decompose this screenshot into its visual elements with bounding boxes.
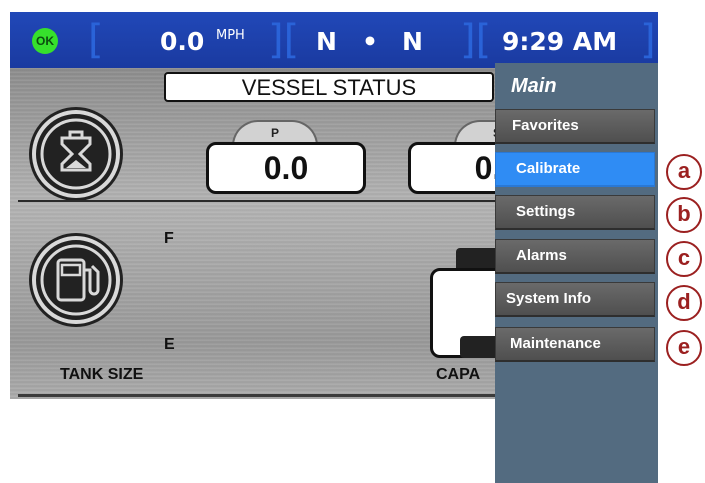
menu-item-label: System Info	[506, 290, 592, 307]
status-bar: OK [ 0.0 MPH ][ N • N ][ 9:29 AM ]	[10, 12, 658, 68]
menu-item-calibrate[interactable]: Calibrate	[495, 152, 655, 187]
menu-item-label: Alarms	[516, 247, 567, 264]
menu-item-label: Settings	[516, 203, 576, 220]
vessel-status-title: VESSEL STATUS	[164, 72, 494, 102]
menu-item-maintenance[interactable]: Maintenance	[495, 327, 655, 362]
fuel-full-label: F	[164, 230, 174, 247]
menu-item-label: Calibrate	[516, 160, 581, 177]
menu-item-system-info[interactable]: System Info	[495, 282, 655, 317]
callout-e: e	[666, 330, 702, 366]
callout-b: b	[666, 197, 702, 233]
fuel-empty-label: E	[164, 336, 175, 353]
display-screen: OK [ 0.0 MPH ][ N • N ][ 9:29 AM ] VESSE…	[10, 12, 658, 483]
tank-size-label: TANK SIZE	[60, 366, 144, 383]
bracket-divider: ][	[460, 17, 492, 63]
gear-right: N	[402, 27, 423, 56]
speed-value: 0.0	[160, 27, 205, 56]
engine-hours-icon	[32, 110, 120, 198]
callout-a: a	[666, 154, 702, 190]
menu-item-favorites[interactable]: Favorites	[495, 109, 655, 144]
fuel-pump-icon	[32, 236, 120, 324]
port-readout: 0.0	[206, 142, 366, 194]
capacity-label: CAPA	[436, 366, 481, 383]
gear-left: N	[316, 27, 337, 56]
ok-status-icon[interactable]: OK	[32, 28, 58, 54]
menu-item-label: Favorites	[512, 117, 579, 134]
main-menu-panel: Main Favorites Calibrate Settings Alarms…	[495, 63, 658, 483]
menu-item-label: Maintenance	[510, 335, 601, 352]
speed-unit: MPH	[216, 28, 245, 43]
menu-item-alarms[interactable]: Alarms	[495, 239, 655, 274]
gear-separator: •	[362, 27, 378, 56]
callout-d: d	[666, 285, 702, 321]
bracket-divider: ][	[268, 17, 300, 63]
menu-item-settings[interactable]: Settings	[495, 195, 655, 230]
clock-time: 9:29 AM	[502, 27, 618, 56]
bracket-divider: ]	[640, 17, 656, 63]
bracket-divider: [	[88, 17, 104, 63]
menu-title: Main	[511, 75, 557, 97]
callout-c: c	[666, 241, 702, 277]
